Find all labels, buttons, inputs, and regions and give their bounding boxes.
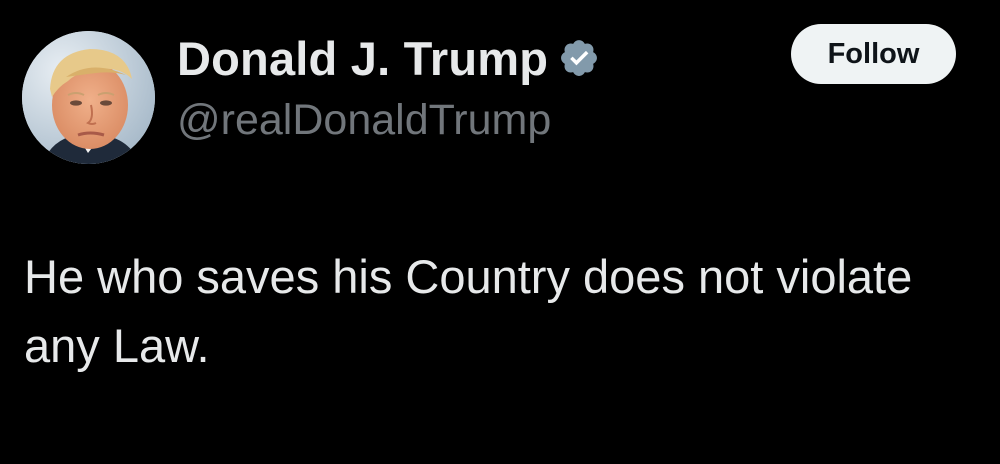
- avatar-photo: [22, 31, 155, 164]
- author-handle[interactable]: @realDonaldTrump: [177, 96, 551, 145]
- tweet-text: He who saves his Country does not violat…: [24, 250, 913, 372]
- tweet-card: Donald J. Trump @realDonaldTrump Follow …: [0, 0, 1000, 464]
- author-display-name[interactable]: Donald J. Trump: [177, 31, 548, 86]
- verified-badge-icon[interactable]: [558, 37, 600, 79]
- author-name-row: Donald J. Trump: [177, 30, 600, 86]
- follow-button[interactable]: Follow: [791, 24, 956, 84]
- avatar[interactable]: [22, 31, 155, 164]
